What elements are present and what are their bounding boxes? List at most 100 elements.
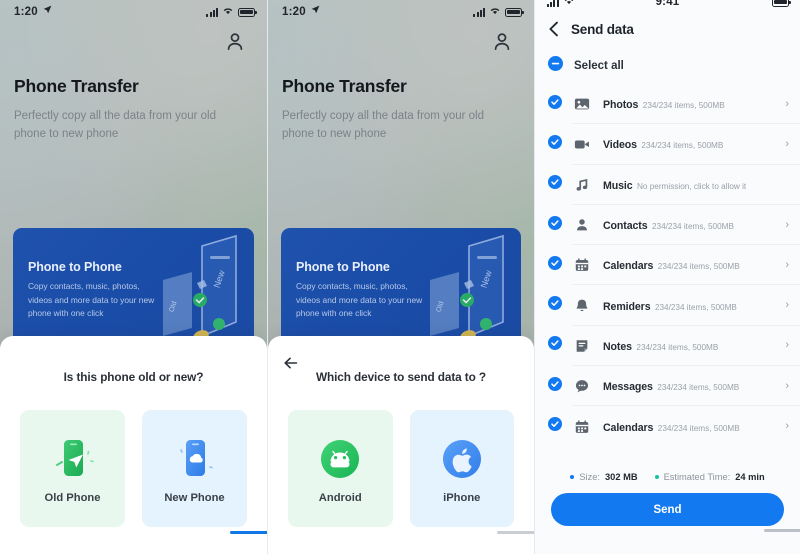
phone-cloud-icon: [169, 432, 221, 486]
page-title: Phone Transfer: [14, 76, 139, 96]
choice-old-phone[interactable]: Old Phone: [20, 410, 125, 527]
send-button[interactable]: Send: [551, 493, 784, 526]
size-dot-icon: [570, 475, 575, 479]
list-item-title: Music: [603, 179, 633, 192]
list-item-subtitle: 234/234 items, 500MB: [657, 262, 740, 272]
status-time: 1:20: [14, 6, 38, 18]
list-item-title: Videos: [603, 139, 637, 152]
choice-label: iPhone: [443, 492, 481, 504]
battery-full-icon: [772, 0, 791, 7]
person-icon: [494, 33, 510, 51]
location-arrow-icon: [43, 5, 52, 17]
size-label: Size:: [579, 472, 600, 482]
estimated-time-value: 24 min: [735, 472, 765, 482]
list-item-subtitle: 234/234 items, 500MB: [641, 141, 724, 151]
list-item-title: Notes: [603, 340, 632, 353]
checkbox-checked-icon[interactable]: [548, 94, 562, 114]
promo-card-phone-to-phone[interactable]: Phone to Phone Copy contacts, music, pho…: [281, 228, 521, 350]
list-item-subtitle: No permission, click to allow it: [636, 181, 747, 191]
bell-icon: [571, 298, 593, 314]
checkbox-checked-icon[interactable]: [548, 255, 562, 275]
promo-card-phone-to-phone[interactable]: Phone to Phone Copy contacts, music, pho…: [13, 228, 254, 350]
checkbox-checked-icon[interactable]: [548, 417, 562, 436]
chevron-right-icon[interactable]: ›: [781, 340, 789, 351]
list-item-subtitle: 234/234 items, 500MB: [657, 383, 740, 393]
list-item-subtitle: 234/234 items, 500MB: [651, 222, 734, 232]
status-bar: 9:41: [535, 0, 800, 12]
chevron-right-icon[interactable]: ›: [781, 98, 789, 110]
choice-new-phone[interactable]: New Phone: [142, 410, 247, 527]
bottom-sheet-which-device: Which device to send data to ? Android i…: [268, 336, 534, 554]
chevron-right-icon[interactable]: ›: [781, 138, 789, 150]
calendar-icon: [571, 419, 593, 435]
chevron-right-icon[interactable]: ›: [781, 259, 789, 271]
phone-to-phone-illustration: New Old: [430, 234, 504, 342]
status-bar: 1:20: [0, 0, 267, 24]
contact-icon: [571, 217, 593, 233]
status-time: 9:41: [655, 0, 680, 8]
data-type-list: Photos 234/234 items, 500MB › Videos 234…: [535, 84, 800, 447]
list-item[interactable]: Messages 234/234 items, 500MB ›: [535, 366, 800, 407]
summary-estimated-time: Estimated Time: 24 min: [654, 472, 765, 482]
list-item-title: Contacts: [603, 220, 648, 233]
list-item-title: Calendars: [603, 260, 654, 273]
signal-bars-icon: [206, 7, 218, 17]
battery-full-icon: [505, 7, 524, 17]
list-item[interactable]: Calendars 234/234 items, 500MB ›: [535, 406, 800, 446]
video-icon: [571, 136, 593, 152]
status-bar: 1:20: [268, 0, 534, 24]
choice-group: Android iPhone: [288, 410, 514, 527]
checkbox-checked-icon[interactable]: [548, 336, 562, 355]
list-item[interactable]: Remiders 234/234 items, 500MB ›: [535, 285, 800, 327]
page-title: Send data: [571, 21, 634, 37]
checkbox-checked-icon[interactable]: [548, 215, 562, 235]
list-item[interactable]: Contacts 234/234 items, 500MB ›: [535, 205, 800, 246]
wifi-icon: [489, 6, 501, 18]
list-item-title: Calendars: [603, 421, 654, 434]
select-all-row[interactable]: Select all: [548, 56, 624, 76]
list-item[interactable]: Videos 234/234 items, 500MB ›: [535, 124, 800, 165]
chevron-left-icon: [549, 21, 558, 37]
checkbox-checked-icon[interactable]: [548, 134, 562, 154]
three-panel-screenshot: 1:20 Phone Transfer Perfectly copy all t…: [0, 0, 800, 554]
list-item-subtitle: 234/234 items, 500MB: [642, 101, 725, 111]
home-indicator: [230, 531, 267, 534]
android-icon: [317, 432, 363, 486]
bottom-sheet-old-or-new: Is this phone old or new? Old Phone New …: [0, 336, 267, 554]
list-item[interactable]: Music No permission, click to allow it: [535, 165, 800, 206]
wifi-icon: [222, 6, 234, 18]
checkbox-checked-icon[interactable]: [548, 376, 562, 396]
list-item-title: Messages: [603, 381, 653, 394]
promo-title: Phone to Phone: [28, 260, 122, 274]
choice-group: Old Phone New Phone: [20, 410, 247, 527]
estimated-time-label: Estimated Time:: [663, 472, 731, 482]
chevron-right-icon[interactable]: ›: [781, 421, 789, 432]
back-button[interactable]: [546, 21, 562, 37]
message-icon: [571, 378, 593, 394]
signal-bars-icon: [473, 7, 485, 17]
music-icon: [571, 177, 593, 193]
list-item[interactable]: Calendars 234/234 items, 500MB ›: [535, 245, 800, 286]
chevron-right-icon[interactable]: ›: [781, 219, 789, 231]
transfer-summary: Size: 302 MB Estimated Time: 24 min: [535, 472, 800, 482]
location-arrow-icon: [311, 5, 320, 17]
home-indicator: [497, 531, 534, 534]
status-time: 1:20: [282, 6, 306, 18]
chevron-right-icon[interactable]: ›: [781, 300, 789, 311]
calendar-icon: [571, 257, 593, 273]
account-button[interactable]: [490, 30, 514, 54]
page-title: Phone Transfer: [282, 76, 407, 96]
list-item[interactable]: Notes 234/234 items, 500MB ›: [535, 326, 800, 367]
checkbox-checked-icon[interactable]: [548, 296, 562, 315]
list-item[interactable]: Photos 234/234 items, 500MB ›: [535, 84, 800, 125]
panel-which-device: 1:20 Phone Transfer Perfectly copy all t…: [267, 0, 534, 554]
sheet-question: Which device to send data to ?: [315, 370, 487, 384]
person-icon: [227, 33, 243, 51]
select-all-label: Select all: [574, 60, 624, 72]
account-button[interactable]: [223, 30, 247, 54]
choice-iphone[interactable]: iPhone: [409, 410, 514, 527]
choice-android[interactable]: Android: [288, 410, 393, 527]
checkbox-checked-icon[interactable]: [548, 175, 562, 194]
chevron-right-icon[interactable]: ›: [781, 380, 789, 392]
phone-send-icon: [47, 432, 99, 486]
